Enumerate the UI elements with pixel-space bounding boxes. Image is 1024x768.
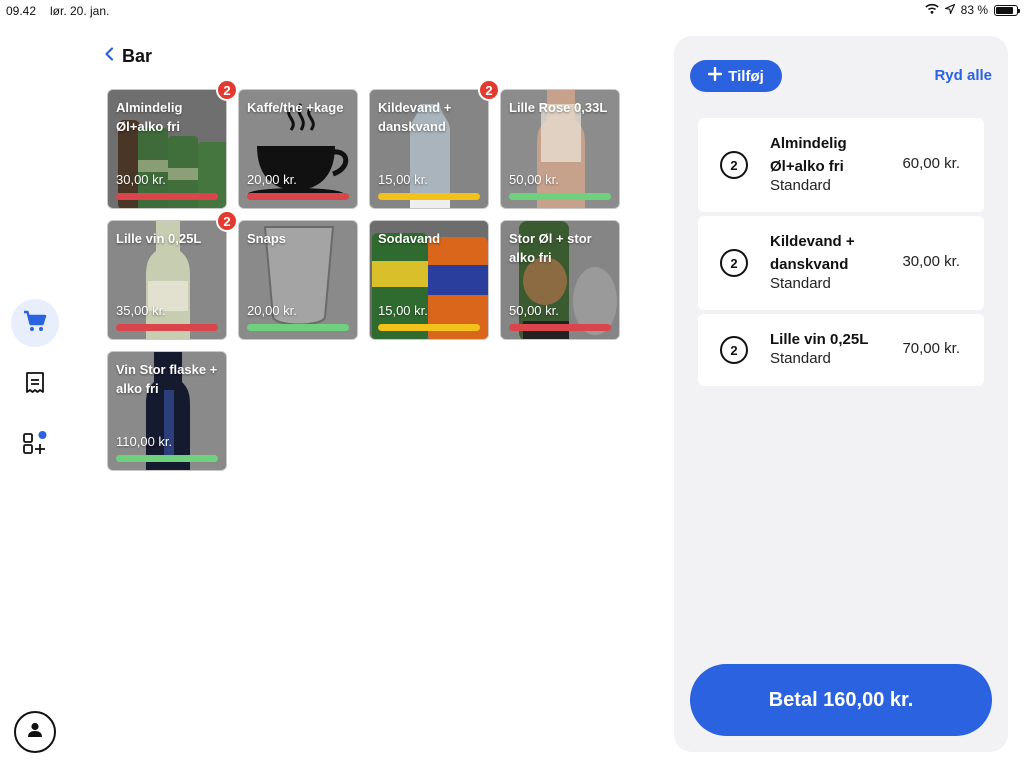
cart-line-variant: Standard bbox=[770, 350, 831, 367]
wifi-icon bbox=[925, 3, 939, 17]
cart-line-qty: 2 bbox=[720, 151, 748, 179]
product-name: Lille Rose 0,33L bbox=[509, 100, 608, 115]
product-price: 50,00 kr. bbox=[509, 303, 559, 318]
cart-line-price: 70,00 kr. bbox=[902, 340, 960, 357]
product-tile[interactable]: Lille vin 0,25L 35,00 kr. bbox=[107, 220, 227, 340]
battery-percent: 83 % bbox=[960, 3, 988, 17]
product-name: Lille vin 0,25L bbox=[116, 231, 202, 246]
cart-line-qty: 2 bbox=[720, 249, 748, 277]
stock-indicator bbox=[378, 324, 480, 331]
cart-panel: Tilføj Ryd alle 2 Almindelig Øl+alko fri… bbox=[674, 36, 1008, 752]
product-price: 20,00 kr. bbox=[247, 172, 297, 187]
stock-indicator bbox=[116, 324, 218, 331]
product-price: 15,00 kr. bbox=[378, 303, 428, 318]
cart-line-variant: Standard bbox=[770, 177, 831, 194]
cart-line-price: 60,00 kr. bbox=[902, 155, 960, 172]
battery-icon bbox=[994, 4, 1020, 16]
stock-indicator bbox=[116, 455, 218, 462]
status-date: lør. 20. jan. bbox=[50, 4, 110, 18]
product-name: Kaffe/the +kage bbox=[247, 100, 344, 115]
product-price: 50,00 kr. bbox=[509, 172, 559, 187]
back-button[interactable]: Bar bbox=[104, 46, 152, 67]
chevron-left-icon bbox=[104, 47, 114, 66]
status-bar: 09.42 lør. 20. jan. 83 % bbox=[0, 0, 1024, 22]
stock-indicator bbox=[247, 324, 349, 331]
stock-indicator bbox=[116, 193, 218, 200]
add-button-label: Tilføj bbox=[728, 67, 764, 85]
nav-cart-button[interactable] bbox=[11, 299, 59, 347]
cart-line[interactable]: 2 Kildevand + danskvand Standard 30,00 k… bbox=[698, 216, 984, 310]
cart-line-name: Lille vin 0,25L bbox=[770, 331, 869, 348]
cart-line-name: Almindelig Øl+alko fri bbox=[770, 135, 847, 175]
stock-indicator bbox=[509, 324, 611, 331]
product-tile[interactable]: Kildevand + danskvand 15,00 kr. bbox=[369, 89, 489, 209]
product-name: Vin Stor flaske + alko fri bbox=[116, 362, 218, 396]
quantity-badge: 2 bbox=[216, 210, 238, 232]
clear-all-button[interactable]: Ryd alle bbox=[934, 67, 992, 84]
product-price: 20,00 kr. bbox=[247, 303, 297, 318]
product-name: Stor Øl + stor alko fri bbox=[509, 231, 592, 265]
product-tile[interactable]: Stor Øl + stor alko fri 50,00 kr. bbox=[500, 220, 620, 340]
product-tile[interactable]: Vin Stor flaske + alko fri 110,00 kr. bbox=[107, 351, 227, 471]
product-tile[interactable]: Sodavand 15,00 kr. bbox=[369, 220, 489, 340]
product-price: 110,00 kr. bbox=[116, 434, 173, 449]
battery-fill bbox=[996, 6, 1013, 14]
product-price: 30,00 kr. bbox=[116, 172, 166, 187]
product-tile[interactable]: Lille Rose 0,33L 50,00 kr. bbox=[500, 89, 620, 209]
quantity-badge: 2 bbox=[478, 79, 500, 101]
product-grid: Almindelig Øl+alko fri 30,00 kr. Kaffe/t… bbox=[107, 79, 627, 479]
cart-line-variant: Standard bbox=[770, 275, 831, 292]
stock-indicator bbox=[247, 193, 349, 200]
product-name: Almindelig Øl+alko fri bbox=[116, 100, 183, 134]
stock-indicator bbox=[378, 193, 480, 200]
cart-line[interactable]: 2 Lille vin 0,25L Standard 70,00 kr. bbox=[698, 314, 984, 386]
cart-line-name: Kildevand + danskvand bbox=[770, 233, 855, 273]
user-icon bbox=[26, 721, 44, 744]
location-arrow-icon bbox=[944, 3, 955, 17]
product-name: Kildevand + danskvand bbox=[378, 100, 452, 134]
profile-button[interactable] bbox=[14, 711, 56, 753]
stock-indicator bbox=[509, 193, 611, 200]
product-tile[interactable]: Almindelig Øl+alko fri 30,00 kr. bbox=[107, 89, 227, 209]
cart-line-price: 30,00 kr. bbox=[902, 253, 960, 270]
pay-button[interactable]: Betal 160,00 kr. bbox=[690, 664, 992, 736]
apps-add-icon bbox=[22, 430, 48, 461]
product-tile[interactable]: Kaffe/the +kage 20,00 kr. bbox=[238, 89, 358, 209]
product-tile[interactable]: Snaps 20,00 kr. bbox=[238, 220, 358, 340]
status-right: 83 % bbox=[925, 3, 1020, 17]
nav-apps-button[interactable] bbox=[20, 430, 50, 460]
cart-line[interactable]: 2 Almindelig Øl+alko fri Standard 60,00 … bbox=[698, 118, 984, 212]
page-title: Bar bbox=[122, 46, 153, 66]
add-button[interactable]: Tilføj bbox=[690, 60, 782, 92]
status-time: 09.42 bbox=[6, 4, 37, 18]
quantity-badge: 2 bbox=[216, 79, 238, 101]
cart-line-qty: 2 bbox=[720, 336, 748, 364]
product-price: 35,00 kr. bbox=[116, 303, 166, 318]
cart-icon bbox=[23, 310, 47, 337]
product-price: 15,00 kr. bbox=[378, 172, 428, 187]
plus-icon bbox=[708, 66, 723, 85]
receipt-icon bbox=[25, 371, 45, 400]
product-name: Sodavand bbox=[378, 231, 441, 246]
product-name: Snaps bbox=[247, 231, 287, 246]
nav-receipts-button[interactable] bbox=[20, 370, 50, 400]
